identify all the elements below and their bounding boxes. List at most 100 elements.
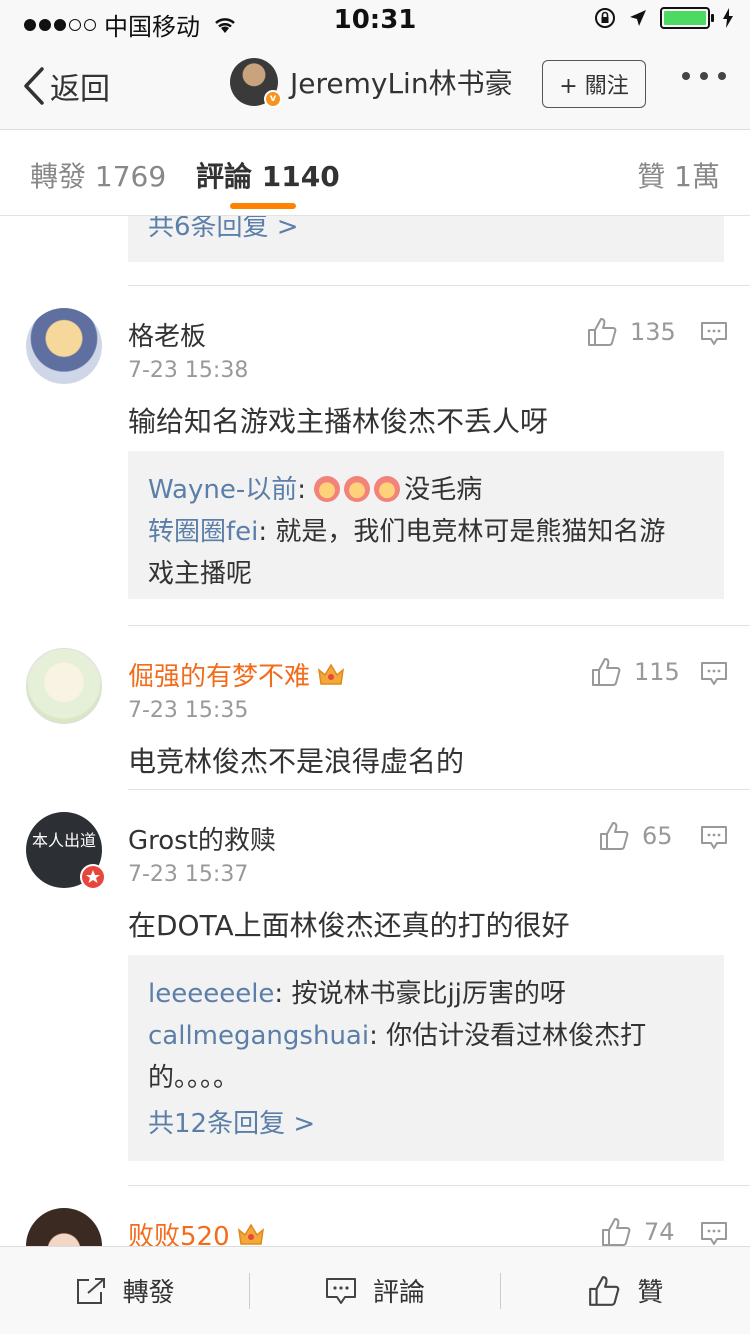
comment-author[interactable]: 败败520 (128, 1216, 266, 1246)
repost-label: 轉發 (122, 1278, 175, 1308)
badge-icon (80, 864, 106, 890)
comment-label: 評論 (372, 1278, 425, 1308)
thumbs-up-icon (602, 1218, 631, 1246)
like-button[interactable]: 115 (590, 656, 680, 688)
more-dot-icon (718, 72, 726, 80)
like-post-button[interactable]: 贊 (501, 1247, 750, 1334)
reply-line: 转圈圈fei: 就是，我们电竞林可是熊猫知名游 (148, 511, 704, 553)
comment-author-name: 败败520 (128, 1222, 230, 1246)
emoji-icon (314, 476, 341, 502)
reply-box: 共6条回复 > (128, 216, 724, 262)
repost-icon (76, 1277, 105, 1304)
reply-bubble-icon[interactable] (700, 321, 728, 347)
emoji-icon (374, 476, 401, 502)
more-replies-link[interactable]: 共6条回复 > (148, 216, 704, 248)
avatar[interactable] (26, 648, 102, 724)
chevron-left-icon (24, 67, 44, 105)
tab-likes[interactable]: 贊 1萬 (637, 155, 720, 195)
reply-line: 戏主播呢 (148, 553, 704, 595)
repost-button[interactable]: 轉發 (0, 1247, 249, 1334)
comment-text: 在DOTA上面林俊杰还真的打的很好 (128, 909, 570, 942)
like-count: 115 (634, 658, 680, 686)
avatar[interactable]: 本人出道 (26, 812, 106, 890)
reply-text: 你估计没看过林俊杰打 (386, 1021, 647, 1051)
tab-bar: 轉發 1769 評論 1140 贊 1萬 (0, 131, 750, 216)
comment-author[interactable]: Grost的救赎 (128, 820, 276, 857)
avatar: v (230, 58, 282, 108)
rotation-lock-icon (595, 8, 615, 28)
like-button[interactable]: 135 (586, 316, 676, 348)
reply-text: 就是，我们电竞林可是熊猫知名游 (275, 517, 666, 547)
reply-line: Wayne-以前: 没毛病 (148, 469, 704, 511)
reply-bubble-icon[interactable] (700, 1221, 728, 1246)
follow-button[interactable]: + 關注 (542, 60, 646, 108)
more-replies-link[interactable]: 共12条回复 > (148, 1103, 704, 1145)
charging-bolt-icon (723, 8, 733, 28)
comment-time: 7-23 15:38 (128, 358, 249, 383)
location-arrow-icon (630, 10, 646, 26)
comment-list[interactable]: 共6条回复 > 格老板 135 7-23 15:38 输给知名游戏主播林俊杰不丢… (0, 216, 750, 1246)
reply-box[interactable]: leeeeeele: 按说林书豪比jj厉害的呀 callmegangshuai:… (128, 955, 724, 1161)
reply-line: leeeeeele: 按说林书豪比jj厉害的呀 (148, 973, 704, 1015)
reply-separator: : (297, 475, 315, 505)
reply-author[interactable]: callmegangshuai (148, 1021, 369, 1051)
thumbs-up-icon (592, 658, 621, 686)
reply-separator: : (258, 517, 276, 547)
like-button[interactable]: 65 (598, 820, 673, 852)
avatar[interactable] (26, 1208, 102, 1246)
more-options-button[interactable] (682, 72, 726, 80)
reply-separator: : (274, 979, 292, 1009)
comment-bubble-icon (325, 1277, 356, 1304)
like-count: 135 (630, 318, 676, 346)
comment-button[interactable]: 評論 (250, 1247, 499, 1334)
divider (128, 625, 750, 626)
navigation-bar: 返回 v JeremyLin林书豪 + 關注 (0, 40, 750, 130)
reply-text-continued: 戏主播呢 (148, 559, 253, 589)
like-label: 贊 (637, 1278, 664, 1308)
like-button[interactable]: 74 (600, 1216, 675, 1246)
more-dot-icon (700, 72, 708, 80)
vip-crown-icon (317, 663, 345, 685)
reply-author[interactable]: 转圈圈fei (148, 517, 258, 547)
reply-text: 按说林书豪比jj厉害的呀 (291, 979, 566, 1009)
comment-author[interactable]: 格老板 (128, 316, 206, 353)
reply-box[interactable]: Wayne-以前: 没毛病 转圈圈fei: 就是，我们电竞林可是熊猫知名游 戏主… (128, 451, 724, 599)
thumbs-up-icon (589, 1275, 620, 1306)
tab-comments[interactable]: 評論 1140 (196, 155, 340, 195)
reply-author[interactable]: leeeeeele (148, 979, 274, 1009)
comment-time: 7-23 15:37 (128, 862, 249, 887)
divider (128, 1185, 750, 1186)
tab-reposts[interactable]: 轉發 1769 (30, 155, 166, 195)
nav-user[interactable]: v JeremyLin林书豪 (230, 58, 513, 108)
active-tab-indicator (230, 203, 296, 209)
avatar-text: 本人出道 (31, 831, 96, 850)
like-count: 74 (644, 1218, 675, 1246)
reply-bubble-icon[interactable] (700, 825, 728, 851)
comment-time: 7-23 15:35 (128, 698, 249, 723)
page-title: JeremyLin林书豪 (290, 67, 513, 100)
reply-line: callmegangshuai: 你估计没看过林俊杰打 (148, 1015, 704, 1057)
like-count: 65 (642, 822, 673, 850)
reply-author[interactable]: Wayne-以前 (148, 475, 297, 505)
back-button[interactable]: 返回 (22, 64, 110, 108)
reply-line: 的。。。。 (148, 1057, 704, 1099)
verified-badge-icon: v (264, 90, 282, 108)
divider (128, 285, 750, 286)
divider (128, 789, 750, 790)
status-right (594, 7, 734, 29)
comment-author[interactable]: 倔强的有梦不难 (128, 656, 346, 693)
back-label: 返回 (50, 72, 110, 107)
reply-separator: : (369, 1021, 387, 1051)
status-bar: 中国移动 10:31 (0, 0, 750, 41)
comment-author-name: 倔强的有梦不难 (128, 662, 311, 692)
emoji-icon (344, 476, 371, 502)
reply-bubble-icon[interactable] (700, 661, 728, 687)
bottom-action-bar: 轉發 評論 贊 (0, 1246, 750, 1334)
comment-text: 输给知名游戏主播林俊杰不丢人呀 (128, 405, 549, 438)
battery-icon (660, 7, 714, 29)
thumbs-up-icon (588, 318, 617, 346)
avatar[interactable] (26, 308, 102, 384)
thumbs-up-icon (600, 822, 629, 850)
comment-text: 电竞林俊杰不是浪得虚名的 (128, 745, 465, 778)
reply-text-continued: 的。。。。 (148, 1063, 240, 1093)
